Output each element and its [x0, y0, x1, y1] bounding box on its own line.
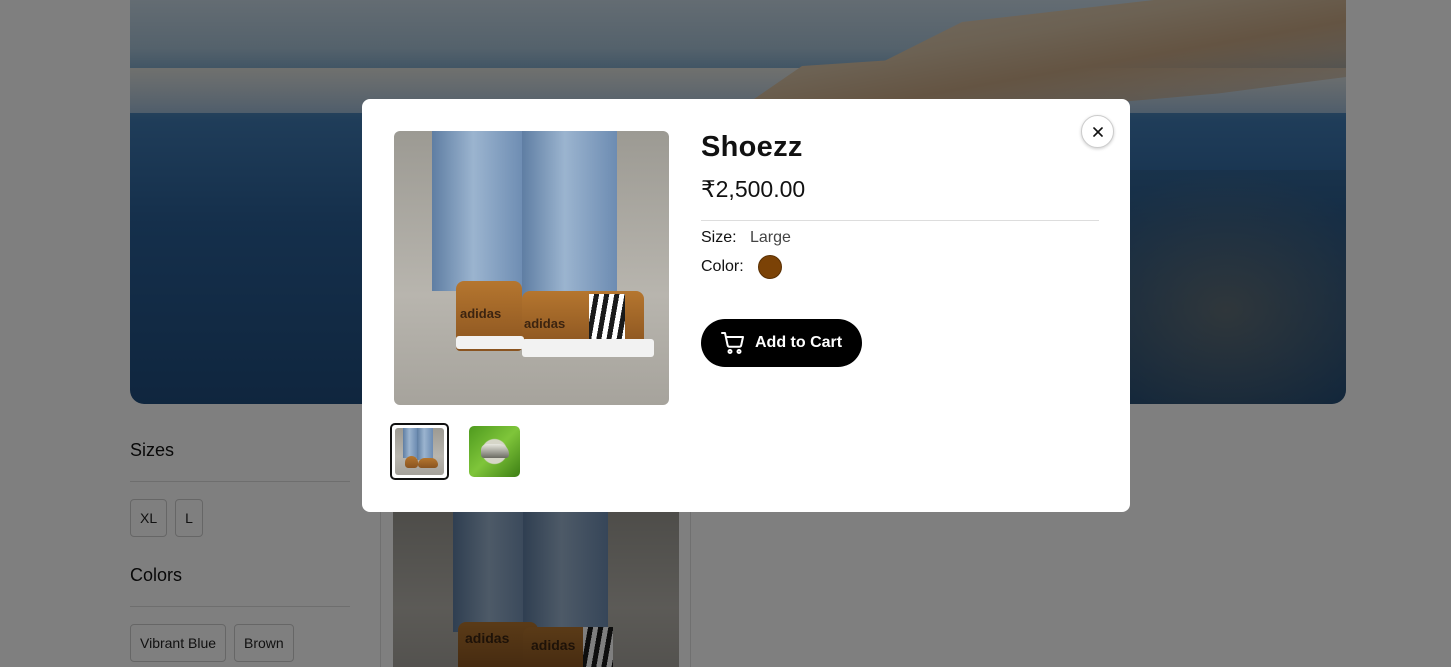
- product-title: Shoezz: [701, 131, 803, 163]
- size-label: Size:: [701, 229, 737, 246]
- sneaker-jeans-image: [395, 428, 444, 475]
- thumbnail-2[interactable]: [469, 426, 520, 477]
- add-to-cart-button[interactable]: Add to Cart: [701, 319, 863, 367]
- close-button[interactable]: [1081, 115, 1114, 148]
- thumbnail-1[interactable]: [390, 423, 449, 480]
- product-price: ₹2,500.00: [701, 176, 1099, 221]
- add-to-cart-label: Add to Cart: [755, 334, 843, 351]
- product-quick-view-modal: adidas adidas Shoezz ₹2,500.00 Size: Lar…: [362, 99, 1130, 512]
- size-row: Size: Large: [701, 229, 1099, 247]
- cart-icon: [721, 332, 744, 354]
- color-label: Color:: [701, 258, 744, 275]
- product-main-image: adidas adidas: [394, 131, 669, 405]
- thumbnail-strip: [390, 423, 520, 480]
- size-value: Large: [750, 229, 791, 246]
- close-icon: [1092, 126, 1103, 137]
- product-info: Shoezz ₹2,500.00 Size: Large Color: Add …: [701, 131, 1099, 367]
- color-swatch-brown: [758, 255, 782, 279]
- color-row: Color:: [701, 255, 1099, 279]
